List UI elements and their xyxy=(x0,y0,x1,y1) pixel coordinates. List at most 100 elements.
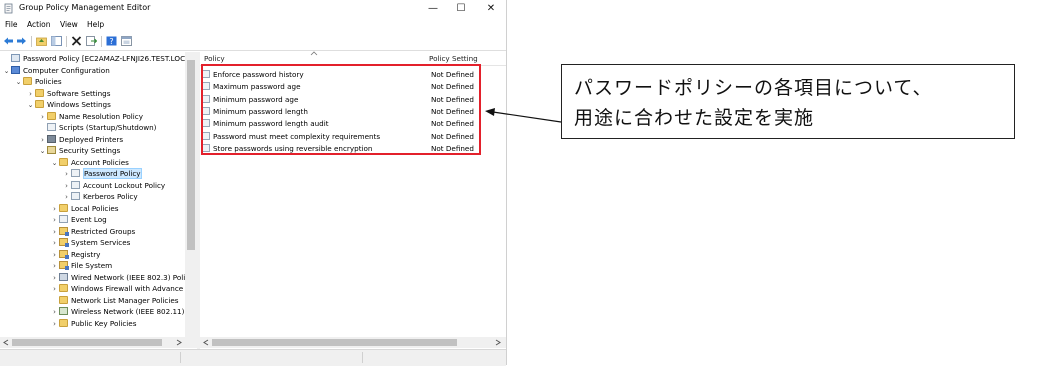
export-list-icon[interactable] xyxy=(86,36,97,46)
lock-folder-icon xyxy=(59,261,69,270)
svg-text:?: ? xyxy=(109,37,113,46)
expand-chevron-icon[interactable]: › xyxy=(38,135,47,146)
forward-arrow-icon[interactable] xyxy=(16,36,27,46)
collapse-chevron-icon[interactable]: ⌄ xyxy=(14,77,23,88)
expand-chevron-icon[interactable]: › xyxy=(26,89,35,100)
folder-icon xyxy=(35,100,44,108)
scroll-right-icon[interactable] xyxy=(176,339,182,346)
tree-vertical-scrollbar[interactable] xyxy=(185,52,197,337)
tree-item[interactable]: › System Services xyxy=(50,237,130,249)
group-policy-app-icon xyxy=(4,3,13,14)
collapse-chevron-icon[interactable]: ⌄ xyxy=(2,66,11,77)
tree-item[interactable]: › Account Lockout Policy xyxy=(62,180,165,192)
expand-chevron-icon[interactable]: › xyxy=(50,307,59,318)
expand-chevron-icon[interactable]: › xyxy=(50,227,59,238)
tree-item[interactable]: › Restricted Groups xyxy=(50,226,135,238)
tree-item[interactable]: › Public Key Policies xyxy=(50,318,136,330)
tree-item-label: Policies xyxy=(35,77,62,86)
show-hide-tree-icon[interactable] xyxy=(51,36,62,46)
menu-view[interactable]: View xyxy=(60,20,78,29)
expand-chevron-icon[interactable]: › xyxy=(50,215,59,226)
scrollbar-thumb[interactable] xyxy=(187,60,195,250)
menu-file[interactable]: File xyxy=(5,20,18,29)
column-policy[interactable]: Policy xyxy=(204,54,225,63)
menu-action[interactable]: Action xyxy=(27,20,51,29)
window-title: Group Policy Management Editor xyxy=(19,3,151,12)
tree-horizontal-scrollbar[interactable] xyxy=(0,337,197,348)
tree-item-label: Registry xyxy=(71,249,101,259)
scrollbar-thumb[interactable] xyxy=(12,339,162,346)
sort-ascending-icon xyxy=(310,51,318,56)
column-policy-setting[interactable]: Policy Setting xyxy=(429,54,478,63)
expand-chevron-icon[interactable]: › xyxy=(62,181,71,192)
toolbar-separator xyxy=(66,36,67,47)
policy-icon xyxy=(11,54,20,62)
folder-icon xyxy=(59,157,68,166)
scroll-right-icon[interactable] xyxy=(495,339,501,346)
tree-item-label: Public Key Policies xyxy=(71,318,137,328)
tree-item[interactable]: ⌄ Account Policies xyxy=(50,157,129,169)
scroll-left-icon[interactable] xyxy=(3,339,9,346)
printer-icon xyxy=(47,134,56,143)
close-button[interactable]: ✕ xyxy=(476,0,506,18)
tree-pane[interactable]: Password Policy [EC2AMAZ-LFNJI26.TEST.LO… xyxy=(0,52,197,349)
document-icon xyxy=(47,123,56,131)
tree-item[interactable]: › Password Policy xyxy=(62,168,142,180)
tree-item-label: Event Log xyxy=(71,215,107,224)
delete-icon[interactable] xyxy=(71,36,82,46)
tree-item[interactable]: ⌄ Policies xyxy=(14,76,62,88)
collapse-chevron-icon[interactable]: ⌄ xyxy=(38,146,47,157)
toolbar-separator xyxy=(31,36,32,47)
expand-chevron-icon[interactable]: › xyxy=(50,204,59,215)
wireless-network-icon xyxy=(59,307,68,315)
tree-item[interactable]: Password Policy [EC2AMAZ-LFNJI26.TEST.LO… xyxy=(2,53,194,65)
tree-item[interactable]: ⌄ Computer Configuration xyxy=(2,65,110,77)
callout-arrow xyxy=(485,108,562,123)
collapse-chevron-icon[interactable]: ⌄ xyxy=(26,100,35,111)
menu-help[interactable]: Help xyxy=(87,20,104,29)
tree-item[interactable]: ⌄ Windows Settings xyxy=(26,99,111,111)
tree-item[interactable]: › Wireless Network (IEEE 802.11) F xyxy=(50,306,191,318)
tree-item[interactable]: › File System xyxy=(50,260,112,272)
minimize-button[interactable]: — xyxy=(418,0,448,18)
list-horizontal-scrollbar[interactable] xyxy=(200,337,506,348)
expand-chevron-icon[interactable]: › xyxy=(50,284,59,295)
tree-item[interactable]: › Windows Firewall with Advance xyxy=(50,283,183,295)
tree-item[interactable]: › Kerberos Policy xyxy=(62,191,138,203)
help-icon[interactable]: ? xyxy=(106,36,117,46)
up-folder-icon[interactable] xyxy=(36,36,47,46)
properties-icon[interactable] xyxy=(121,36,132,46)
tree-item[interactable]: › Wired Network (IEEE 802.3) Polic xyxy=(50,272,189,284)
tree-item[interactable]: ⌄ Security Settings xyxy=(38,145,120,157)
maximize-button[interactable]: ☐ xyxy=(446,0,476,18)
expand-chevron-icon[interactable]: › xyxy=(50,238,59,249)
tree-item-label: Wired Network (IEEE 802.3) Polic xyxy=(71,272,190,282)
tree-item-label: Windows Firewall with Advance xyxy=(71,284,184,293)
tree-item[interactable]: Network List Manager Policies xyxy=(50,295,179,307)
expand-chevron-icon[interactable]: › xyxy=(50,261,59,272)
expand-chevron-icon[interactable]: › xyxy=(38,112,47,123)
tree-item[interactable]: › Registry xyxy=(50,249,100,261)
tree-item[interactable]: › Software Settings xyxy=(26,88,110,100)
scrollbar-thumb[interactable] xyxy=(212,339,457,346)
tree-item[interactable]: › Event Log xyxy=(50,214,107,226)
expand-chevron-icon[interactable]: › xyxy=(50,319,59,330)
collapse-chevron-icon[interactable]: ⌄ xyxy=(50,158,59,169)
expand-chevron-icon[interactable]: › xyxy=(62,192,71,203)
expand-chevron-icon[interactable]: › xyxy=(50,273,59,284)
folder-icon xyxy=(59,284,68,292)
tree-item-label: Windows Settings xyxy=(47,100,111,109)
scroll-left-icon[interactable] xyxy=(203,339,209,346)
back-arrow-icon[interactable] xyxy=(3,36,14,46)
computer-icon xyxy=(11,65,20,74)
tree-item[interactable]: › Local Policies xyxy=(50,203,119,215)
tree-item[interactable]: › Name Resolution Policy xyxy=(38,111,143,123)
expand-chevron-icon[interactable]: › xyxy=(50,250,59,261)
tree-item-label: Password Policy [EC2AMAZ-LFNJI26.TEST.LO… xyxy=(23,54,195,63)
tree-item-label: Account Policies xyxy=(71,157,129,167)
expand-chevron-icon[interactable]: › xyxy=(62,169,71,180)
tree-item[interactable]: Scripts (Startup/Shutdown) xyxy=(38,122,156,134)
tree-item[interactable]: › Deployed Printers xyxy=(38,134,123,146)
annotation-callout: パスワードポリシーの各項目について、 用途に合わせた設定を実施 xyxy=(561,64,1015,139)
menu-bar: File Action View Help xyxy=(0,19,506,32)
